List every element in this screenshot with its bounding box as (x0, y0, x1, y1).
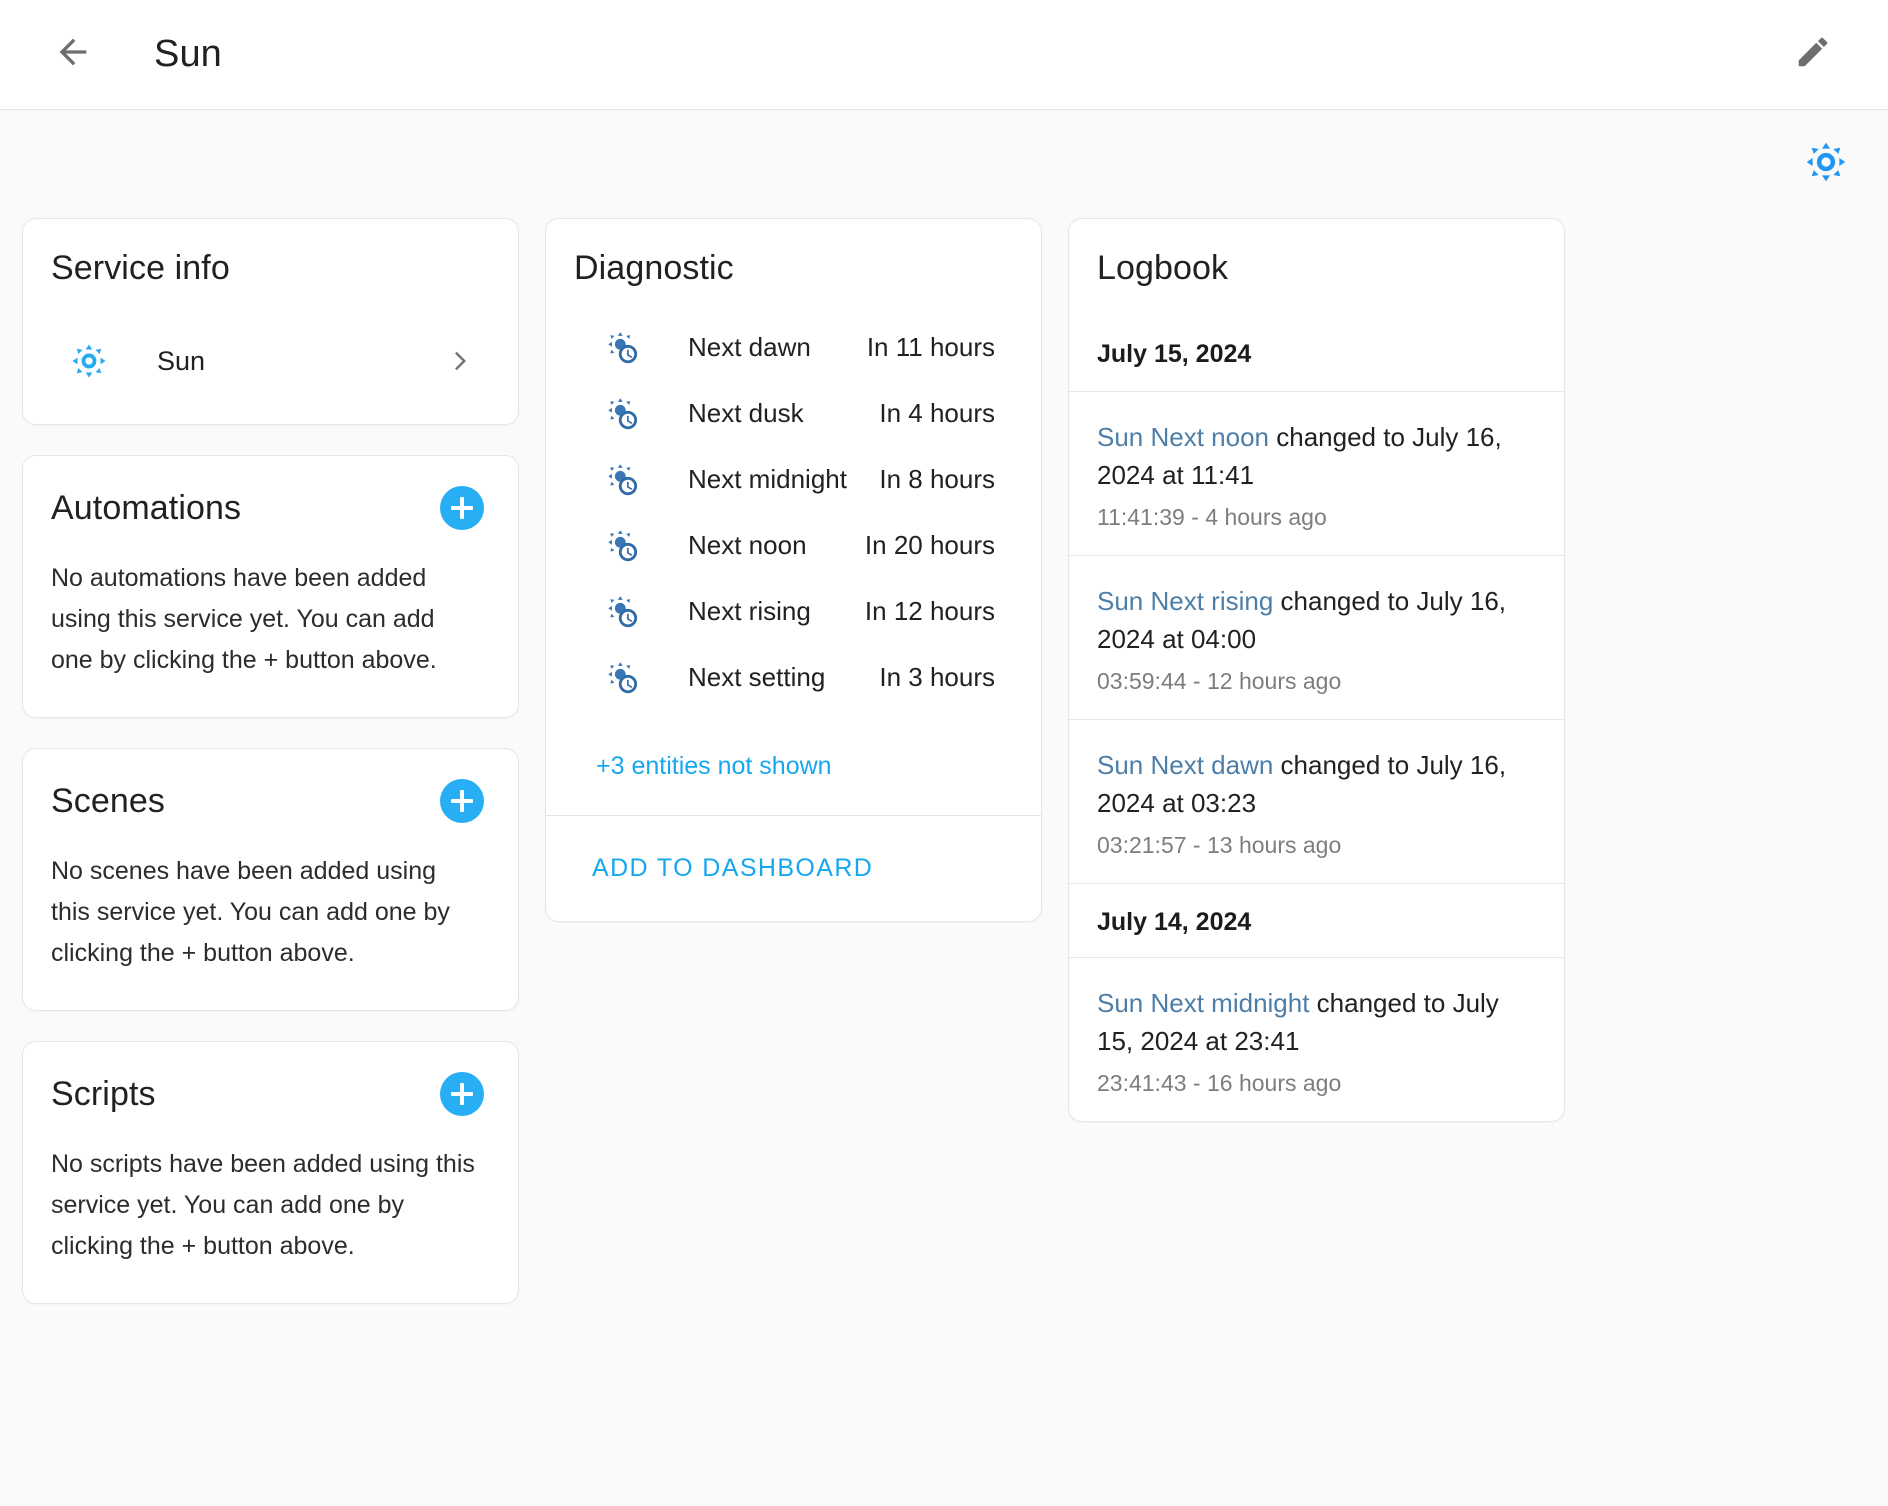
logbook-entry-meta: 11:41:39 - 4 hours ago (1097, 504, 1327, 530)
plus-icon[interactable] (440, 779, 484, 823)
middle-column: Diagnostic Next dawn In 11 hours Next dusk… (545, 218, 1042, 922)
logbook-entry-text: Sun Next dawn changed to July 16, 2024 a… (1097, 746, 1536, 822)
diagnostic-entity-label: Next dawn (688, 331, 811, 362)
add-scene-button[interactable] (440, 779, 490, 823)
sun-clock-icon (596, 461, 650, 497)
service-entity-row[interactable]: Sun (51, 322, 490, 400)
logbook-entry-text: Sun Next noon changed to July 16, 2024 a… (1097, 418, 1536, 494)
add-to-dashboard-button[interactable]: ADD TO DASHBOARD (580, 846, 885, 891)
page-title: Sun (154, 33, 222, 75)
logbook-entry: Sun Next dawn changed to July 16, 2024 a… (1069, 719, 1564, 883)
logbook-entity-link[interactable]: Sun Next midnight (1097, 988, 1309, 1018)
logbook-date-header: July 14, 2024 (1069, 883, 1564, 957)
diagnostic-entity-value: In 11 hours (866, 331, 995, 362)
diagnostic-entity-row[interactable]: Next midnight In 8 hours (574, 446, 1013, 512)
automations-title: Automations (51, 488, 242, 527)
sun-icon (1804, 140, 1848, 189)
pencil-icon (1794, 33, 1832, 76)
diagnostic-entity-value: In 20 hours (864, 529, 995, 560)
back-button[interactable] (44, 26, 102, 84)
scripts-header: Scripts (51, 1072, 490, 1116)
sun-clock-icon (596, 329, 650, 365)
logbook-date-header: July 15, 2024 (1097, 340, 1252, 368)
diagnostic-entity-label: Next dusk (688, 397, 804, 428)
diagnostic-title: Diagnostic (574, 249, 734, 287)
left-column: Service info Sun Automations No automati… (22, 218, 519, 1304)
service-entity-label: Sun (157, 345, 206, 376)
diagnostic-entity-value: In 4 hours (879, 397, 995, 428)
diagnostic-entity-label: Next setting (688, 661, 826, 692)
automations-card: Automations No automations have been add… (22, 455, 519, 718)
logbook-entity-link[interactable]: Sun Next noon (1097, 422, 1269, 452)
diagnostic-entity-label: Next noon (688, 529, 807, 560)
diagnostic-entity-value: In 3 hours (879, 661, 995, 692)
diagnostic-footer: ADD TO DASHBOARD (546, 815, 1041, 921)
device-page: Service info Sun Automations No automati… (0, 110, 1888, 1304)
scenes-empty-text: No scenes have been added using this ser… (51, 857, 450, 967)
automations-header: Automations (51, 486, 490, 530)
sun-icon (61, 342, 117, 380)
sun-clock-icon (596, 659, 650, 695)
scenes-title: Scenes (51, 781, 166, 820)
logbook-entry-meta: 03:21:57 - 13 hours ago (1097, 832, 1342, 858)
sun-clock-icon (596, 527, 650, 563)
app-bar: Sun (0, 0, 1888, 110)
logbook-card: Logbook July 15, 2024 Sun Next noon chang… (1068, 218, 1565, 1122)
diagnostic-entity-label: Next midnight (688, 463, 847, 494)
scripts-empty-text: No scripts have been added using this se… (51, 1150, 475, 1260)
logbook-entry-meta: 03:59:44 - 12 hours ago (1097, 668, 1342, 694)
logbook-entry-text: Sun Next midnight changed to July 15, 20… (1097, 984, 1536, 1060)
diagnostic-entity-row[interactable]: Next setting In 3 hours (574, 644, 1013, 710)
service-info-title: Service info (51, 249, 230, 287)
edit-button[interactable] (1784, 26, 1842, 84)
logbook-entry-meta: 23:41:43 - 16 hours ago (1097, 1070, 1342, 1096)
diagnostic-entity-row[interactable]: Next dusk In 4 hours (574, 380, 1013, 446)
logbook-entry: Sun Next noon changed to July 16, 2024 a… (1069, 391, 1564, 555)
add-script-button[interactable] (440, 1072, 490, 1116)
diagnostic-entity-row[interactable]: Next rising In 12 hours (574, 578, 1013, 644)
logbook-entry-text: Sun Next rising changed to July 16, 2024… (1097, 582, 1536, 658)
scripts-card: Scripts No scripts have been added using… (22, 1041, 519, 1304)
logbook-entry: Sun Next midnight changed to July 15, 20… (1069, 957, 1564, 1121)
scenes-header: Scenes (51, 779, 490, 823)
plus-icon[interactable] (440, 486, 484, 530)
integration-icon-row (18, 110, 1870, 218)
diagnostic-entity-label: Next rising (688, 595, 811, 626)
diagnostic-entity-value: In 12 hours (864, 595, 995, 626)
diagnostic-entity-list: Next dawn In 11 hours Next dusk In 4 hours N… (574, 314, 1013, 716)
plus-icon[interactable] (440, 1072, 484, 1116)
logbook-title: Logbook (1097, 249, 1229, 287)
scripts-title: Scripts (51, 1074, 156, 1113)
chevron-right-icon (446, 346, 476, 376)
automations-empty-text: No automations have been added using thi… (51, 564, 437, 674)
scenes-card: Scenes No scenes have been added using t… (22, 748, 519, 1011)
logbook-entity-link[interactable]: Sun Next dawn (1097, 750, 1273, 780)
diagnostic-entity-row[interactable]: Next noon In 20 hours (574, 512, 1013, 578)
logbook-entity-link[interactable]: Sun Next rising (1097, 586, 1273, 616)
right-column: Logbook July 15, 2024 Sun Next noon chang… (1068, 218, 1565, 1122)
diagnostic-more-link[interactable]: +3 entities not shown (574, 716, 1013, 815)
logbook-entries: July 15, 2024 Sun Next noon changed to Ju… (1069, 316, 1564, 1121)
diagnostic-entity-row[interactable]: Next dawn In 11 hours (574, 314, 1013, 380)
add-automation-button[interactable] (440, 486, 490, 530)
diagnostic-card: Diagnostic Next dawn In 11 hours Next dusk… (545, 218, 1042, 922)
arrow-left-icon (53, 32, 93, 77)
sun-clock-icon (596, 395, 650, 431)
diagnostic-entity-value: In 8 hours (879, 463, 995, 494)
service-info-card: Service info Sun (22, 218, 519, 425)
sun-clock-icon (596, 593, 650, 629)
columns: Service info Sun Automations No automati… (18, 218, 1870, 1304)
logbook-entry: Sun Next rising changed to July 16, 2024… (1069, 555, 1564, 719)
